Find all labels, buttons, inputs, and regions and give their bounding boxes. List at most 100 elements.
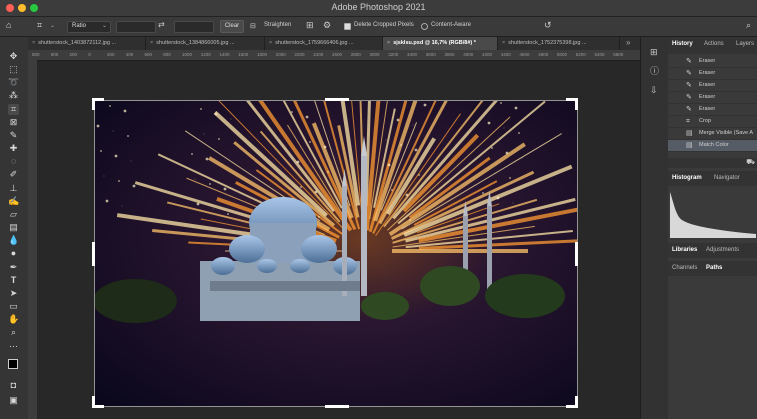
brush-icon: ✎ [686,106,692,113]
document-tab[interactable]: × shutterstock_1384866005.jpg ... [146,37,265,50]
properties-icon[interactable]: ⇩ [650,85,658,96]
history-item-label: Eraser [699,106,716,112]
star [103,175,105,177]
type-tool-icon[interactable]: T [8,275,19,286]
tab-actions[interactable]: Actions [704,41,724,47]
ruler-tick-label: 1800 [257,52,268,57]
crop-handle-top[interactable] [325,98,349,101]
document-tab[interactable]: × shutterstock_1403872112.jpg ... [28,37,146,50]
close-icon[interactable]: × [502,40,505,46]
crop-handle-top-right[interactable] [575,98,578,110]
close-icon[interactable]: × [387,40,390,46]
star [212,208,214,210]
magic-wand-tool-icon[interactable]: ⁂ [8,90,19,101]
tab-adjustments[interactable]: Adjustments [706,247,739,253]
star [414,148,418,152]
history-item[interactable]: ✎ Eraser [668,92,757,104]
ratio-select[interactable]: Ratio ⌄ [67,21,111,33]
tab-histogram[interactable]: Histogram [672,175,702,181]
document-tab[interactable]: × shutterstock_1752375398.jpg ... [498,37,620,50]
straighten-icon[interactable]: ⊟ [250,22,256,30]
right-panels: History Actions Layers ✎ Eraser ✎ Eraser ✎… [668,37,757,419]
info-icon[interactable]: ⓘ [650,64,659,77]
tab-libraries[interactable]: Libraries [672,247,697,253]
healing-tool-icon[interactable]: ✚ [8,143,19,154]
history-item[interactable]: ⌗ Crop [668,116,757,128]
star [423,103,427,107]
ruler-tick-label: 4000 [463,52,474,57]
stamp-tool-icon[interactable]: ⊥ [8,183,19,194]
doc-icon: ▤ [686,130,693,137]
camera-icon[interactable]: ⛟ [746,158,755,167]
crop-handle-bottom[interactable] [325,405,349,408]
content-aware-radio[interactable] [421,23,428,30]
channels-panel-header: Channels Paths [668,261,757,276]
history-item[interactable]: ✎ Eraser [668,104,757,116]
eraser-tool-icon[interactable]: ▱ [8,209,19,220]
gradient-tool-icon[interactable]: ▤ [8,222,19,233]
close-icon[interactable]: × [269,40,272,46]
gear-icon[interactable]: ⚙ [323,20,331,31]
marquee-tool-icon[interactable]: ⬚ [8,64,19,75]
more-tools-icon[interactable]: ⋯ [8,341,19,352]
options-bar: ⌂ ⌗ ⌄ Ratio ⌄ ⇄ Clear ⊟ Straighten ⊞ ⚙ D… [0,17,757,37]
history-item-selected[interactable]: ▤ Match Color [668,140,757,152]
search-icon[interactable]: ⌕ [746,20,751,31]
path-selection-tool-icon[interactable]: ➤ [8,288,19,299]
crop-handle-bottom-left[interactable] [92,396,95,408]
history-item[interactable]: ▤ Merge Visible (Save A [668,128,757,140]
crop-handle-right[interactable] [575,242,578,266]
straighten-button[interactable]: Straighten [264,22,291,28]
patch-tool-icon[interactable]: ◌ [8,156,19,167]
ruler-tick-label: 600 [50,52,59,57]
history-item[interactable]: ✎ Eraser [668,80,757,92]
ruler-tick-label: 3600 [425,52,436,57]
tab-navigator[interactable]: Navigator [714,175,740,181]
hand-tool-icon[interactable]: ✋ [8,314,19,325]
dodge-tool-icon[interactable]: ● [8,248,19,259]
pen-tool-icon[interactable]: ✒ [8,262,19,273]
crop-handle-top-left[interactable] [92,98,95,110]
quick-mask-icon[interactable]: ◘ [8,380,19,391]
delete-cropped-checkbox[interactable] [344,23,351,30]
lasso-tool-icon[interactable]: ➰ [8,77,19,88]
blur-tool-icon[interactable]: 💧 [8,235,19,246]
history-brush-tool-icon[interactable]: ✍ [8,196,19,207]
star [209,183,211,185]
eyedropper-tool-icon[interactable]: ✎ [8,130,19,141]
document-tab[interactable]: × shutterstock_1759666406.jpg ... [265,37,383,50]
history-item[interactable]: ✎ Eraser [668,68,757,80]
tab-history[interactable]: History [672,41,693,47]
move-tool-icon[interactable]: ✥ [8,51,19,62]
crop-tool-icon[interactable]: ⌗ [37,20,42,31]
document-tab-active[interactable]: × sjsklsu.psd @ 16,7% (RGB/8#) * [383,37,498,50]
ruler-tick-label: 2600 [332,52,343,57]
chevron-down-icon[interactable]: ⌄ [50,22,55,29]
history-item-label: Eraser [699,58,716,64]
swap-icon[interactable]: ⇄ [158,20,165,29]
screen-mode-icon[interactable]: ▣ [8,395,19,406]
crop-tool-icon[interactable]: ⌗ [8,104,19,115]
crop-handle-bottom-right[interactable] [575,396,578,408]
tab-layers[interactable]: Layers [736,41,754,47]
reset-icon[interactable]: ↺ [544,20,552,31]
crop-handle-left[interactable] [92,242,95,266]
document-image[interactable] [95,101,577,406]
foreground-color-swatch[interactable] [8,359,18,369]
close-icon[interactable]: × [150,40,153,46]
history-item[interactable]: ✎ Eraser [668,56,757,68]
tab-channels[interactable]: Channels [672,265,697,271]
zoom-tool-icon[interactable]: ⌕ [8,327,19,338]
tab-overflow-icon[interactable]: » [626,38,630,47]
grid-overlay-icon[interactable]: ⊞ [306,20,314,31]
clear-button[interactable]: Clear [220,20,244,33]
tab-paths[interactable]: Paths [706,265,722,271]
rectangle-tool-icon[interactable]: ▭ [8,301,19,312]
close-icon[interactable]: × [32,40,35,46]
home-icon[interactable]: ⌂ [6,20,11,30]
frame-tool-icon[interactable]: ⊠ [8,117,19,128]
history-panel-icon[interactable]: ⊞ [650,47,658,58]
ratio-height-input[interactable] [174,21,214,33]
brush-tool-icon[interactable]: ✐ [8,169,19,180]
ratio-width-input[interactable] [116,21,156,33]
